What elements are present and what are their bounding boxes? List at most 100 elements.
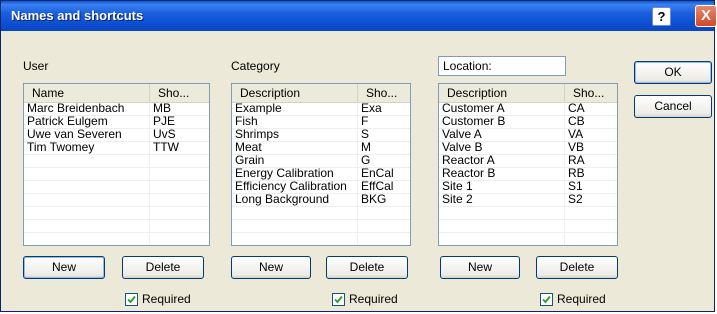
user-cell-shortcut: PJE <box>153 115 176 128</box>
user-cell-description: Tim Twomey <box>27 141 95 154</box>
user-cell-description: Uwe van Severen <box>27 128 122 141</box>
category-cell-shortcut: EnCal <box>361 167 394 180</box>
category-list[interactable]: Description Sho... Example Exa Fish F Shrimp… <box>231 83 411 246</box>
location-cell-description: Valve A <box>442 128 482 141</box>
category-cell-description: Meat <box>235 141 262 154</box>
location-row[interactable] <box>439 219 617 233</box>
location-list-header: Description Sho... <box>439 84 617 103</box>
category-cell-shortcut: Exa <box>361 102 382 115</box>
category-row[interactable]: Shrimps S <box>232 128 410 142</box>
location-cell-shortcut: S1 <box>568 180 583 193</box>
user-column-name[interactable]: Name <box>24 84 150 102</box>
user-row[interactable] <box>24 206 209 220</box>
category-row[interactable]: Meat M <box>232 141 410 155</box>
category-cell-description: Efficiency Calibration <box>235 180 347 193</box>
location-cell-description: Site 1 <box>442 180 473 193</box>
category-required-label: Required <box>349 292 398 306</box>
location-row[interactable]: Customer A CA <box>439 102 617 116</box>
location-cell-description: Customer B <box>442 115 506 128</box>
category-cell-description: Long Background <box>235 193 330 206</box>
location-new-button[interactable]: New <box>440 256 520 279</box>
category-required-checkbox[interactable]: Required <box>332 293 402 307</box>
category-delete-button[interactable]: Delete <box>326 256 408 279</box>
location-row[interactable]: Site 1 S1 <box>439 180 617 194</box>
user-list-body: Marc Breidenbach MB Patrick Eulgem PJE Uwe v… <box>24 102 209 245</box>
location-row[interactable]: Valve A VA <box>439 128 617 142</box>
location-column-description[interactable]: Description <box>439 84 565 102</box>
category-list-body: Example Exa Fish F Shrimps S Meat M Grain G Energy… <box>232 102 410 245</box>
user-required-checkbox[interactable]: Required <box>125 293 195 307</box>
category-row[interactable]: Energy Calibration EnCal <box>232 167 410 181</box>
user-row[interactable]: Patrick Eulgem PJE <box>24 115 209 129</box>
user-delete-button[interactable]: Delete <box>122 256 204 279</box>
location-required-checkbox[interactable]: Required <box>540 293 610 307</box>
user-list[interactable]: Name Sho... Marc Breidenbach MB Patrick Eu… <box>23 83 210 246</box>
user-row[interactable] <box>24 154 209 168</box>
ok-button[interactable]: OK <box>634 61 712 84</box>
user-new-button[interactable]: New <box>23 256 105 279</box>
user-row[interactable]: Tim Twomey TTW <box>24 141 209 155</box>
category-label: Category <box>231 59 280 73</box>
location-row[interactable]: Reactor B RB <box>439 167 617 181</box>
category-row[interactable]: Long Background BKG <box>232 193 410 207</box>
help-button[interactable]: ? <box>652 7 671 26</box>
location-delete-button[interactable]: Delete <box>536 256 618 279</box>
user-cell-description: Patrick Eulgem <box>27 115 108 128</box>
location-cell-shortcut: RA <box>568 154 585 167</box>
location-column-shortcut[interactable]: Sho... <box>565 84 617 102</box>
location-cell-shortcut: VA <box>568 128 584 141</box>
category-required-check-box[interactable] <box>332 293 345 306</box>
location-cell-description: Site 2 <box>442 193 473 206</box>
user-row[interactable]: Uwe van Severen UvS <box>24 128 209 142</box>
user-column-shortcut[interactable]: Sho... <box>150 84 209 102</box>
location-cell-shortcut: S2 <box>568 193 583 206</box>
category-row[interactable]: Example Exa <box>232 102 410 116</box>
location-required-label: Required <box>557 292 606 306</box>
user-cell-shortcut: UvS <box>153 128 176 141</box>
category-cell-description: Grain <box>235 154 265 167</box>
location-row[interactable]: Valve B VB <box>439 141 617 155</box>
user-row[interactable] <box>24 232 209 245</box>
category-cell-shortcut: G <box>361 154 371 167</box>
category-new-button[interactable]: New <box>231 256 311 279</box>
location-row[interactable]: Customer B CB <box>439 115 617 129</box>
location-cell-shortcut: CB <box>568 115 585 128</box>
user-row[interactable] <box>24 167 209 181</box>
names-shortcuts-dialog: Names and shortcuts ? X User Name Sho...… <box>0 0 717 312</box>
title-bar[interactable]: Names and shortcuts ? X <box>1 1 717 31</box>
category-cell-shortcut: S <box>361 128 370 141</box>
location-cell-shortcut: RB <box>568 167 585 180</box>
user-cell-shortcut: MB <box>153 102 171 115</box>
cancel-button[interactable]: Cancel <box>634 95 712 118</box>
category-cell-description: Energy Calibration <box>235 167 334 180</box>
user-cell-description: Marc Breidenbach <box>27 102 125 115</box>
category-column-description[interactable]: Description <box>232 84 358 102</box>
location-row[interactable]: Site 2 S2 <box>439 193 617 207</box>
user-row[interactable]: Marc Breidenbach MB <box>24 102 209 116</box>
close-button[interactable]: X <box>695 5 717 27</box>
category-list-header: Description Sho... <box>232 84 410 103</box>
user-row[interactable] <box>24 193 209 207</box>
category-row[interactable]: Fish F <box>232 115 410 129</box>
location-row[interactable]: Reactor A RA <box>439 154 617 168</box>
location-list[interactable]: Description Sho... Customer A CA Customer … <box>438 83 618 246</box>
category-row[interactable]: Grain G <box>232 154 410 168</box>
user-row[interactable] <box>24 180 209 194</box>
location-required-check-box[interactable] <box>540 293 553 306</box>
location-cell-description: Valve B <box>442 141 483 154</box>
checkmark-icon <box>127 295 136 304</box>
location-cell-description: Reactor B <box>442 167 496 180</box>
user-row[interactable] <box>24 219 209 233</box>
user-required-check-box[interactable] <box>125 293 138 306</box>
category-cell-shortcut: M <box>361 141 371 154</box>
category-row[interactable]: Efficiency Calibration EffCal <box>232 180 410 194</box>
category-cell-description: Shrimps <box>235 128 280 141</box>
category-row[interactable] <box>232 219 410 233</box>
category-column-shortcut[interactable]: Sho... <box>358 84 410 102</box>
location-row[interactable] <box>439 232 617 245</box>
category-row[interactable] <box>232 206 410 220</box>
location-field[interactable]: Location: <box>438 56 566 76</box>
category-row[interactable] <box>232 232 410 245</box>
location-cell-shortcut: VB <box>568 141 585 154</box>
location-row[interactable] <box>439 206 617 220</box>
